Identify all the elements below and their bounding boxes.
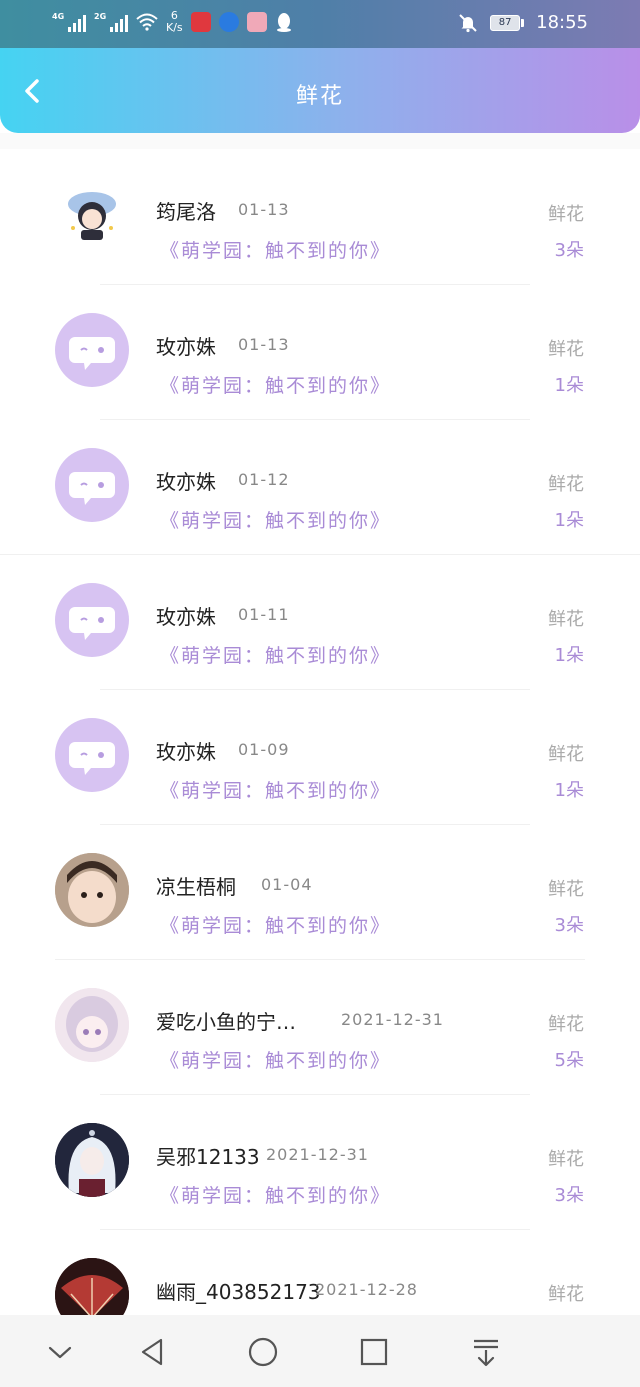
network-speed: 6 K/s xyxy=(166,10,183,34)
gift-date: 2021-12-31 xyxy=(266,1145,369,1164)
book-title[interactable]: 《萌学园：触不到的你》 xyxy=(160,371,391,398)
chevron-down-icon[interactable] xyxy=(43,1335,77,1369)
gift-count: 1朵 xyxy=(554,780,584,801)
white-hair-anime-avatar-icon xyxy=(55,1123,129,1197)
book-title[interactable]: 《萌学园：触不到的你》 xyxy=(160,1181,391,1208)
avatar[interactable] xyxy=(55,178,129,252)
system-nav-bar xyxy=(0,1315,640,1387)
sender-name: 玫亦姝 xyxy=(156,740,216,764)
battery-icon: 87 xyxy=(490,14,525,31)
gift-date: 01-13 xyxy=(238,200,290,219)
avatar[interactable] xyxy=(55,448,129,522)
list-item[interactable]: 玫亦姝 01-11 《萌学园：触不到的你》 鲜花 1朵 xyxy=(0,555,640,690)
avatar[interactable] xyxy=(55,313,129,387)
sender-name: 凉生梧桐 xyxy=(156,875,236,899)
sender-name: 吴邪12133 xyxy=(156,1145,260,1169)
clock: 18:55 xyxy=(536,12,588,33)
header-spacer xyxy=(0,133,640,149)
app-header: 鲜花 xyxy=(0,48,640,133)
list-item[interactable]: 爱吃小鱼的宁… 2021-12-31 《萌学园：触不到的你》 鲜花 5朵 xyxy=(0,960,640,1095)
mute-bell-icon xyxy=(459,13,477,32)
sender-name: 玫亦姝 xyxy=(156,470,216,494)
book-title[interactable]: 《萌学园：触不到的你》 xyxy=(160,911,391,938)
page-title: 鲜花 xyxy=(295,84,344,109)
anime-character-avatar-icon xyxy=(68,192,116,240)
signal-4g-icon: 4G xyxy=(52,12,86,32)
bulb-app-icon xyxy=(218,12,239,32)
book-title[interactable]: 《萌学园：触不到的你》 xyxy=(160,776,391,803)
signal-2g-icon: 2G xyxy=(94,12,128,32)
speed-unit: K/s xyxy=(166,21,183,34)
gift-type: 鲜花 xyxy=(548,474,584,495)
gift-type: 鲜花 xyxy=(548,1014,584,1035)
sender-name: 筠尾洛 xyxy=(156,200,216,224)
gift-date: 2021-12-28 xyxy=(315,1280,418,1299)
chat-bubble-icon xyxy=(69,742,115,775)
avatar[interactable] xyxy=(55,988,129,1062)
gift-count: 5朵 xyxy=(554,1050,584,1071)
wifi-icon xyxy=(136,13,158,31)
home-circle-icon[interactable] xyxy=(246,1335,280,1369)
battery-level: 87 xyxy=(490,14,521,31)
gift-type: 鲜花 xyxy=(548,1149,584,1170)
gift-date: 01-09 xyxy=(238,740,290,759)
gift-type: 鲜花 xyxy=(548,204,584,225)
gift-count: 3朵 xyxy=(554,1185,584,1206)
gift-count: 1朵 xyxy=(554,645,584,666)
chat-bubble-icon xyxy=(69,607,115,640)
sender-name: 玫亦姝 xyxy=(156,335,216,359)
gift-type: 鲜花 xyxy=(548,879,584,900)
book-title[interactable]: 《萌学园：触不到的你》 xyxy=(160,641,391,668)
status-left: 4G 2G 6 K/s xyxy=(52,10,293,34)
gift-type: 鲜花 xyxy=(548,339,584,360)
chat-bubble-icon xyxy=(69,337,115,370)
sender-name: 爱吃小鱼的宁… xyxy=(156,1010,296,1034)
gift-type: 鲜花 xyxy=(548,744,584,765)
download-icon[interactable] xyxy=(469,1335,503,1369)
gift-record-list: 筠尾洛 01-13 《萌学园：触不到的你》 鲜花 3朵 玫亦姝 01-13 《萌… xyxy=(0,150,640,1365)
status-right: 87 18:55 xyxy=(458,12,588,33)
list-item[interactable]: 凉生梧桐 01-04 《萌学园：触不到的你》 鲜花 3朵 xyxy=(0,825,640,960)
gift-type: 鲜花 xyxy=(548,609,584,630)
qq-penguin-icon xyxy=(276,13,291,32)
gift-type: 鲜花 xyxy=(548,1284,584,1305)
back-triangle-icon[interactable] xyxy=(135,1335,169,1369)
gift-count: 1朵 xyxy=(554,375,584,396)
book-title[interactable]: 《萌学园：触不到的你》 xyxy=(160,236,391,263)
gift-date: 01-11 xyxy=(238,605,290,624)
recents-square-icon[interactable] xyxy=(357,1335,391,1369)
book-title[interactable]: 《萌学园：触不到的你》 xyxy=(160,506,391,533)
network-2g-label: 2G xyxy=(94,12,107,21)
store-app-icon xyxy=(246,12,267,32)
network-4g-label: 4G xyxy=(52,12,65,21)
list-item[interactable]: 筠尾洛 01-13 《萌学园：触不到的你》 鲜花 3朵 xyxy=(0,150,640,285)
gift-count: 3朵 xyxy=(554,240,584,261)
gift-date: 2021-12-31 xyxy=(341,1010,444,1029)
gift-count: 1朵 xyxy=(554,510,584,531)
gift-date: 01-13 xyxy=(238,335,290,354)
gift-date: 01-04 xyxy=(261,875,313,894)
gift-count: 3朵 xyxy=(554,915,584,936)
anime-girl-avatar-icon xyxy=(55,988,129,1062)
avatar[interactable] xyxy=(55,853,129,927)
avatar[interactable] xyxy=(55,718,129,792)
list-item[interactable]: 玫亦姝 01-12 《萌学园：触不到的你》 鲜花 1朵 xyxy=(0,420,640,555)
book-title[interactable]: 《萌学园：触不到的你》 xyxy=(160,1046,391,1073)
avatar[interactable] xyxy=(55,1123,129,1197)
sender-name: 幽雨_403852173 xyxy=(156,1280,321,1304)
sender-name: 玫亦姝 xyxy=(156,605,216,629)
list-item[interactable]: 玫亦姝 01-09 《萌学园：触不到的你》 鲜花 1朵 xyxy=(0,690,640,825)
list-item[interactable]: 玫亦姝 01-13 《萌学园：触不到的你》 鲜花 1朵 xyxy=(0,285,640,420)
chat-bubble-icon xyxy=(69,472,115,505)
app-notification-icon xyxy=(190,12,211,32)
list-item[interactable]: 吴邪12133 2021-12-31 《萌学园：触不到的你》 鲜花 3朵 xyxy=(0,1095,640,1230)
avatar[interactable] xyxy=(55,583,129,657)
gift-date: 01-12 xyxy=(238,470,290,489)
child-photo-avatar-icon xyxy=(55,853,129,927)
status-bar: 4G 2G 6 K/s 87 18:55 xyxy=(0,0,640,48)
